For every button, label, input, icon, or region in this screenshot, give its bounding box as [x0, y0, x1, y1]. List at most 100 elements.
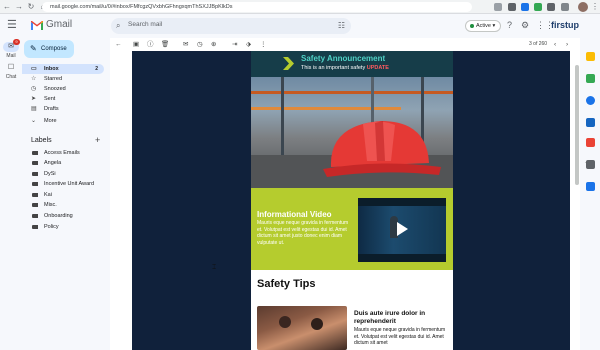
keep-icon[interactable]	[586, 74, 595, 83]
label-name: Onboarding	[44, 213, 73, 219]
nav-label: Snoozed	[44, 86, 66, 92]
banner-subtitle-text: This is an important safety	[301, 65, 367, 71]
status-selector[interactable]: Active ▾	[465, 20, 501, 32]
star-icon: ☆	[31, 76, 37, 82]
more-options-icon[interactable]: ⋮	[260, 40, 267, 49]
label-item[interactable]: Onboarding	[22, 211, 104, 221]
help-icon[interactable]: ?	[507, 20, 512, 30]
chat-icon[interactable]: ☐	[3, 63, 19, 73]
delete-icon[interactable]: 🗑︎	[161, 40, 169, 49]
report-spam-icon[interactable]: ⓘ	[147, 40, 154, 49]
label-item[interactable]: DySi	[22, 169, 104, 179]
label-item[interactable]: Access Emails	[22, 148, 104, 158]
archive-icon[interactable]: ▣	[133, 40, 139, 49]
gmail-logo-icon[interactable]	[30, 20, 44, 31]
address-bar[interactable]: mail.google.com/mail/u/0/#inbox/FMfcgzQV…	[42, 2, 472, 12]
tasks-icon[interactable]	[586, 96, 595, 105]
addon-icon[interactable]	[586, 160, 595, 169]
reload-icon[interactable]: ↻	[26, 2, 36, 12]
inbox-count: 2	[95, 66, 98, 72]
label-item[interactable]: Policy	[22, 222, 104, 232]
bookmark-star-icon[interactable]	[494, 3, 502, 11]
search-input[interactable]: Search mail	[128, 21, 162, 28]
status-dot-icon	[470, 24, 474, 28]
nav-item-sent[interactable]: ➤ Sent	[22, 94, 104, 104]
puzzle-icon[interactable]	[547, 3, 555, 11]
label-item[interactable]: Angela	[22, 158, 104, 168]
nav-item-starred[interactable]: ☆ Starred	[22, 74, 104, 84]
nav-item-snoozed[interactable]: ◷ Snoozed	[22, 84, 104, 94]
profile-avatar[interactable]	[578, 2, 588, 12]
back-icon[interactable]: ←	[2, 2, 12, 12]
pencil-icon: ✎	[30, 44, 37, 53]
compose-button[interactable]: ✎ Compose	[24, 40, 74, 58]
hard-hat-icon	[323, 121, 441, 177]
side-panel	[580, 38, 600, 350]
tips-image	[257, 306, 347, 350]
mark-unread-icon[interactable]: ✉	[183, 40, 188, 49]
nav-item-drafts[interactable]: ▤ Drafts	[22, 104, 104, 114]
video-section: Informational Video Mauris eque neque gr…	[251, 188, 453, 270]
pagination-text: 3 of 260	[529, 41, 548, 47]
chevron-right-icon[interactable]: ›	[566, 40, 568, 49]
calendar-icon[interactable]	[586, 52, 595, 61]
label-tag-icon	[32, 193, 38, 197]
nav-item-inbox[interactable]: ▭ Inbox 2	[22, 64, 104, 74]
add-label-icon[interactable]: +	[95, 135, 100, 145]
scrollbar[interactable]	[575, 65, 579, 185]
sidepanel-icon[interactable]	[561, 3, 569, 11]
nav-label: Starred	[44, 76, 63, 82]
back-arrow-icon[interactable]: ←	[115, 40, 122, 49]
extension-icon[interactable]	[508, 3, 516, 11]
org-logo[interactable]: firstup	[551, 20, 579, 30]
play-icon[interactable]	[397, 222, 408, 236]
search-icon[interactable]: ⌕	[116, 21, 120, 31]
chevron-right-icon	[283, 57, 294, 70]
nav-item-more[interactable]: ⌄ More	[22, 116, 104, 126]
chevron-left-icon[interactable]: ‹	[554, 40, 556, 49]
label-tag-icon	[32, 151, 38, 155]
rail-chat[interactable]: ☐ Chat	[2, 63, 20, 80]
nav-label: Sent	[44, 96, 56, 102]
snooze-icon[interactable]: ◷	[197, 40, 203, 49]
label-tag-icon	[32, 225, 38, 229]
label-icon[interactable]: ⬗	[246, 40, 251, 49]
label-tag-icon	[32, 182, 38, 186]
mouse-cursor-icon: ⌶	[212, 264, 217, 271]
label-item[interactable]: Misc.	[22, 200, 104, 210]
settings-icon[interactable]: ⚙	[521, 20, 529, 30]
draft-icon: ▤	[31, 106, 37, 112]
extension-icon[interactable]	[534, 3, 542, 11]
label-item[interactable]: Incentive Unit Award	[22, 179, 104, 189]
video-description: Mauris eque neque gravida in fermentum e…	[257, 220, 349, 246]
forward-icon[interactable]: →	[14, 2, 24, 12]
search-box[interactable]: ⌕ Search mail ☷	[111, 18, 351, 34]
browser-toolbar: ← → ↻ ⌂ mail.google.com/mail/u/0/#inbox/…	[0, 0, 600, 14]
labels-heading: Labels	[31, 137, 52, 144]
safety-tips-section: Safety Tips Duis aute irure dolor in rep…	[251, 270, 453, 350]
search-options-icon[interactable]: ☷	[338, 21, 345, 30]
move-to-icon[interactable]: ⇥	[232, 40, 237, 49]
label-name: Misc.	[44, 202, 57, 208]
video-thumbnail[interactable]	[358, 198, 446, 262]
contacts-icon[interactable]	[586, 118, 595, 127]
tips-heading: Duis aute irure dolor in reprehenderit	[354, 310, 426, 325]
addon-icon[interactable]	[586, 138, 595, 147]
label-tag-icon	[32, 161, 38, 165]
label-item[interactable]: Kai	[22, 190, 104, 200]
main-menu-icon[interactable]: ☰	[7, 20, 17, 31]
label-tag-icon	[32, 172, 38, 176]
label-name: Incentive Unit Award	[44, 181, 95, 187]
email-body: Safety Announcement This is an important…	[132, 51, 570, 350]
mail-icon[interactable]: ✉ 9	[3, 39, 20, 52]
addon-icon[interactable]	[586, 182, 595, 191]
message-toolbar: ← ▣ ⓘ 🗑︎ ✉ ◷ ⊕ ⇥ ⬗ ⋮ 3 of 260 ‹ ›	[110, 38, 580, 51]
label-tag-icon	[32, 214, 38, 218]
rail-chat-label: Chat	[5, 74, 17, 80]
label-name: Kai	[44, 192, 52, 198]
extension-icon[interactable]	[521, 3, 529, 11]
rail-mail[interactable]: ✉ 9 Mail	[2, 39, 20, 59]
newsletter: Safety Announcement This is an important…	[251, 51, 453, 350]
add-task-icon[interactable]: ⊕	[211, 40, 216, 49]
browser-menu-icon[interactable]: ⋮	[591, 2, 599, 11]
